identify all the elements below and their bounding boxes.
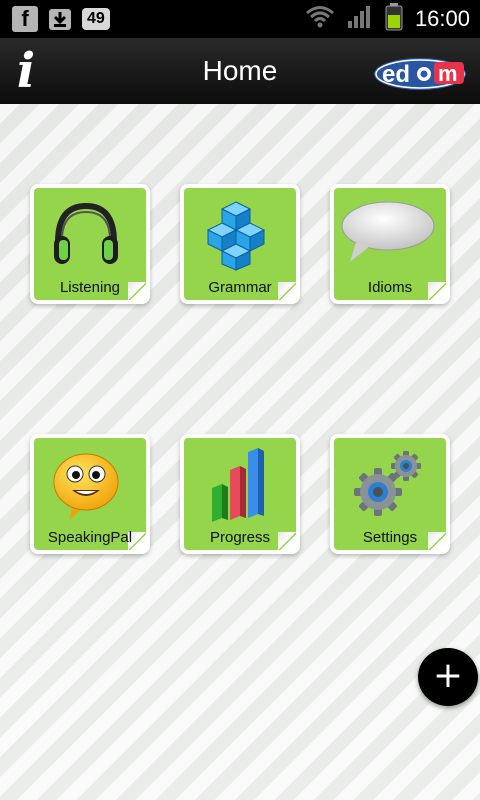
tile-speakingpal[interactable]: SpeakingPal xyxy=(30,434,150,554)
tile-label: Idioms xyxy=(367,279,413,296)
speech-bubble-icon xyxy=(340,196,436,272)
svg-text:ed: ed xyxy=(382,61,410,88)
app-header: i Home ed m xyxy=(0,38,480,104)
home-grid: Listening Grammar Idioms SpeakingPal Pro… xyxy=(0,104,480,800)
add-button[interactable]: + xyxy=(418,648,478,706)
wifi-icon xyxy=(305,5,335,34)
blocks-icon xyxy=(198,196,274,272)
edom-logo[interactable]: ed m xyxy=(372,52,468,92)
tile-progress[interactable]: Progress xyxy=(180,434,300,554)
clock-time: 16:00 xyxy=(414,6,470,31)
status-right: 16:00 xyxy=(305,0,470,38)
tile-label: Grammar xyxy=(208,279,272,296)
tile-label: Listening xyxy=(59,279,121,296)
tile-label: SpeakingPal xyxy=(47,529,133,546)
svg-text:m: m xyxy=(438,61,458,86)
status-bar: f 49 16:00 xyxy=(0,0,480,38)
tile-settings[interactable]: Settings xyxy=(330,434,450,554)
battery-icon xyxy=(385,2,403,36)
signal-icon xyxy=(347,5,373,34)
status-left: f 49 xyxy=(12,6,110,32)
tile-grammar[interactable]: Grammar xyxy=(180,184,300,304)
tile-label: Settings xyxy=(362,529,418,546)
gears-icon xyxy=(348,446,424,522)
download-icon xyxy=(48,6,72,32)
smiley-icon xyxy=(48,446,124,522)
notification-count-badge: 49 xyxy=(82,8,110,30)
headphones-icon xyxy=(48,196,124,272)
bar-chart-icon xyxy=(198,446,274,522)
tile-label: Progress xyxy=(209,529,271,546)
tile-listening[interactable]: Listening xyxy=(30,184,150,304)
facebook-icon: f xyxy=(12,6,38,32)
tile-idioms[interactable]: Idioms xyxy=(330,184,450,304)
